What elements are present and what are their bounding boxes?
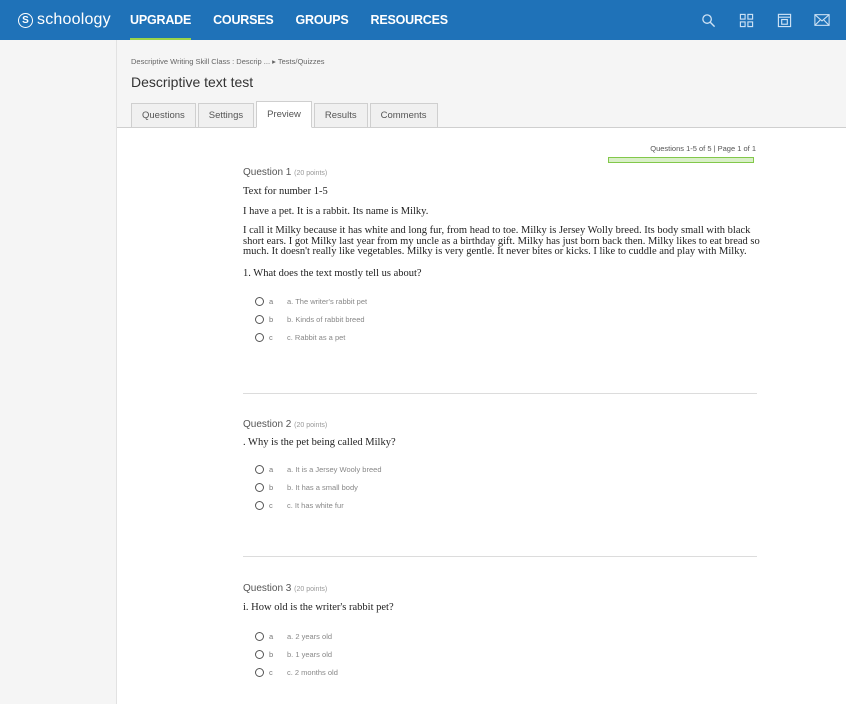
radio-button[interactable] — [255, 631, 264, 641]
quiz-preview-content: Questions 1-5 of 5 | Page 1 of 1 Questio… — [117, 128, 846, 704]
question-divider — [243, 393, 757, 394]
tab-settings[interactable]: Settings — [197, 103, 255, 128]
question-heading: Question 2 (20 points) — [243, 419, 763, 430]
answer-option-a[interactable]: a a. 2 years old — [243, 627, 763, 645]
nav-groups[interactable]: GROUPS — [296, 0, 349, 40]
logo-badge-icon: S — [18, 12, 33, 28]
passage-line-1: I have a pet. It is a rabbit. Its name i… — [243, 206, 429, 217]
radio-button[interactable] — [255, 464, 264, 474]
answer-option-a[interactable]: a a. It is a Jersey Wooly breed — [243, 460, 763, 478]
calendar-icon[interactable] — [776, 12, 792, 28]
answer-option-b[interactable]: b b. 1 years old — [243, 645, 763, 663]
answer-option-c[interactable]: c c. Rabbit as a pet — [243, 329, 763, 347]
radio-button[interactable] — [255, 482, 264, 492]
question-heading: Question 3 (20 points) — [243, 583, 763, 594]
answer-options: a a. It is a Jersey Wooly breed b b. It … — [243, 460, 763, 514]
question-prompt: . Why is the pet being called Milky? — [243, 437, 396, 448]
question-1: Question 1 (20 points) Text for number 1… — [243, 167, 763, 347]
question-prompt: i. How old is the writer's rabbit pet? — [243, 602, 394, 613]
answer-option-a[interactable]: a a. The writer's rabbit pet — [243, 293, 763, 311]
nav-upgrade[interactable]: UPGRADE — [130, 0, 191, 40]
nav-resources[interactable]: RESOURCES — [371, 0, 449, 40]
radio-button[interactable] — [255, 500, 264, 510]
answer-options: a a. The writer's rabbit pet b b. Kinds … — [243, 293, 763, 347]
nav-courses[interactable]: COURSES — [213, 0, 274, 40]
top-navigation-bar: S schoology UPGRADE COURSES GROUPS RESOU… — [0, 0, 846, 40]
progress-bar — [608, 157, 754, 163]
radio-button[interactable] — [255, 333, 264, 342]
radio-button[interactable] — [255, 315, 264, 324]
question-heading: Question 1 (20 points) — [243, 167, 763, 178]
answer-option-c[interactable]: c c. 2 months old — [243, 663, 763, 681]
passage-text: I call it Milky because it has white and… — [243, 225, 760, 257]
question-3: Question 3 (20 points) i. How old is the… — [243, 583, 763, 681]
question-points: (20 points) — [294, 586, 328, 593]
progress-fill — [609, 158, 753, 162]
pager-text: Questions 1-5 of 5 | Page 1 of 1 — [650, 144, 756, 153]
answer-option-c[interactable]: c c. It has white fur — [243, 496, 763, 514]
search-icon[interactable] — [700, 12, 716, 28]
tab-preview[interactable]: Preview — [256, 101, 312, 128]
tab-results[interactable]: Results — [313, 103, 368, 128]
page-header: Descriptive Writing Skill Class : Descri… — [117, 40, 846, 128]
radio-button[interactable] — [255, 297, 264, 306]
left-sidebar — [0, 40, 117, 704]
answer-option-b[interactable]: b b. Kinds of rabbit breed — [243, 311, 763, 329]
radio-button[interactable] — [255, 649, 264, 659]
main-nav: UPGRADE COURSES GROUPS RESOURCES — [130, 0, 470, 40]
schoology-logo[interactable]: S schoology — [18, 11, 130, 29]
question-label: Question 1 — [243, 167, 292, 178]
tab-questions[interactable]: Questions — [131, 103, 196, 128]
mail-icon[interactable] — [814, 12, 830, 28]
radio-button[interactable] — [255, 667, 264, 677]
question-points: (20 points) — [294, 422, 328, 429]
question-label: Question 2 — [243, 419, 292, 430]
tab-comments[interactable]: Comments — [369, 103, 438, 128]
answer-option-b[interactable]: b b. It has a small body — [243, 478, 763, 496]
question-divider — [243, 556, 757, 557]
breadcrumb[interactable]: Descriptive Writing Skill Class : Descri… — [131, 57, 325, 66]
answer-options: a a. 2 years old b b. 1 years old c c. 2… — [243, 627, 763, 681]
question-prompt: 1. What does the text mostly tell us abo… — [243, 267, 422, 279]
question-2: Question 2 (20 points) . Why is the pet … — [243, 419, 763, 514]
logo-text: schoology — [37, 11, 111, 28]
apps-grid-icon[interactable] — [738, 12, 754, 28]
top-icons — [678, 0, 830, 40]
question-label: Question 3 — [243, 583, 292, 594]
question-intro: Text for number 1-5 — [243, 186, 328, 197]
question-points: (20 points) — [294, 170, 328, 177]
page-title: Descriptive text test — [131, 74, 254, 90]
tab-bar: Questions Settings Preview Results Comme… — [131, 101, 440, 128]
